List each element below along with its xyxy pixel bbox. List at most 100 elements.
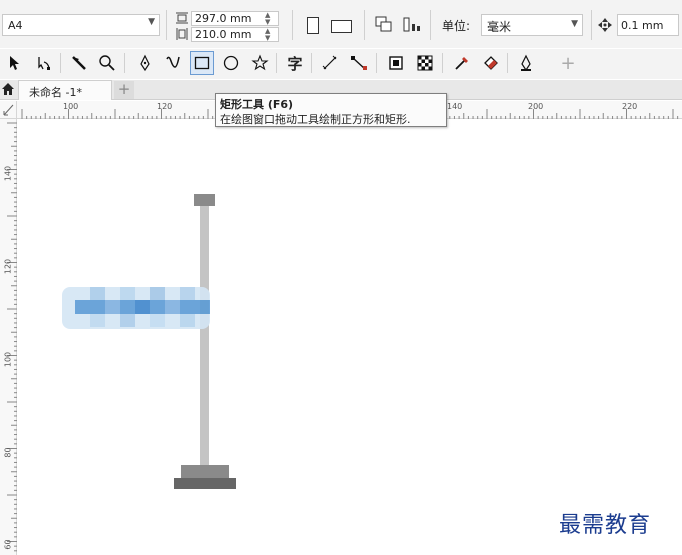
units-value: 毫米 xyxy=(487,20,512,34)
zoom-tool-button[interactable] xyxy=(95,51,119,75)
drop-shadow-icon xyxy=(389,56,403,70)
tooltip-title: 矩形工具 (F6) xyxy=(220,98,294,111)
ruler-label: 200 xyxy=(528,102,544,111)
node-edit-icon xyxy=(38,57,50,70)
ruler-label: 220 xyxy=(622,102,638,111)
page-width-spinner[interactable]: ▲ ▼ xyxy=(261,11,283,26)
ruler-origin[interactable] xyxy=(0,101,17,119)
eyedropper-tool-button[interactable] xyxy=(450,51,474,75)
all-pages-icon[interactable] xyxy=(374,14,394,37)
separator xyxy=(292,10,293,40)
ruler-label: 120 xyxy=(3,258,13,275)
ellipse-tool-button[interactable] xyxy=(219,51,243,75)
arrow-pointer-icon xyxy=(10,56,19,70)
separator xyxy=(430,10,431,40)
nudge-distance-field[interactable]: 0.1 mm xyxy=(617,14,679,36)
text-glyph-icon: 字 xyxy=(287,54,303,73)
page-height-value: 210.0 mm xyxy=(195,28,252,41)
nudge-icon xyxy=(597,17,613,36)
tab-document[interactable]: 未命名 -1* xyxy=(18,80,112,100)
separator xyxy=(60,53,61,73)
pole-cap-shape xyxy=(194,194,215,206)
pole-base-upper-shape xyxy=(181,465,229,479)
rectangle-tool-button[interactable] xyxy=(190,51,214,75)
drawing-canvas[interactable] xyxy=(18,120,682,555)
page-width-value: 297.0 mm xyxy=(195,12,252,25)
separator xyxy=(364,10,365,40)
add-tab-button[interactable]: + xyxy=(114,81,134,99)
pen-nib-icon xyxy=(140,54,150,72)
units-label: 单位: xyxy=(442,19,471,33)
watermark-text: 最需教育 xyxy=(559,513,652,538)
spin-down-icon: ▼ xyxy=(265,18,271,26)
shape-tool-button[interactable] xyxy=(32,51,56,75)
magnifier-icon xyxy=(99,55,115,71)
pole-base-lower-shape xyxy=(174,478,236,489)
interactive-fill-tool-button[interactable] xyxy=(479,51,503,75)
paint-bucket-icon xyxy=(484,56,498,70)
width-icon xyxy=(175,11,189,28)
text-tool-button[interactable]: 字 xyxy=(283,51,307,75)
pick-tool-button[interactable] xyxy=(2,51,26,75)
tooltip-description: 在绘图窗口拖动工具绘制正方形和矩形. xyxy=(220,113,411,126)
polygon-tool-button[interactable] xyxy=(248,51,272,75)
separator xyxy=(442,53,443,73)
chevron-down-icon: ▼ xyxy=(148,17,155,27)
current-page-icon[interactable] xyxy=(402,15,422,38)
dimension-line-icon xyxy=(322,55,337,70)
toolbox: 字 + xyxy=(0,49,682,79)
document-tab-label: 未命名 -1* xyxy=(29,86,82,99)
chevron-down-icon: ▼ xyxy=(571,19,578,29)
separator xyxy=(311,53,312,73)
ruler-label: 140 xyxy=(3,165,13,182)
tooltip: 矩形工具 (F6) 在绘图窗口拖动工具绘制正方形和矩形. xyxy=(215,93,447,127)
height-icon xyxy=(175,27,189,44)
ruler-label: 60 xyxy=(3,539,13,550)
property-bar: A4 ▼ 297.0 mm ▲ ▼ 210.0 mm ▲ ▼ 单位: 毫米 ▼ 0.… xyxy=(0,0,682,48)
crop-tool-button[interactable] xyxy=(67,51,91,75)
artistic-media-tool-button[interactable] xyxy=(161,51,185,75)
page-size-value: A4 xyxy=(8,19,23,32)
ellipse-icon xyxy=(223,55,239,71)
nudge-distance-value: 0.1 mm xyxy=(621,19,664,32)
connector-line-icon xyxy=(351,56,367,70)
home-icon[interactable] xyxy=(1,82,15,99)
flag-shape xyxy=(62,287,210,329)
brush-stroke-icon xyxy=(166,56,180,68)
separator xyxy=(166,10,167,40)
vertical-ruler[interactable]: 140 120 100 80 60 xyxy=(0,119,17,555)
ruler-label: 120 xyxy=(157,102,173,111)
separator xyxy=(591,10,592,40)
checkerboard-icon xyxy=(417,55,433,71)
drop-shadow-tool-button[interactable] xyxy=(384,51,408,75)
pole-shape xyxy=(200,205,209,467)
freehand-tool-button[interactable] xyxy=(133,51,157,75)
connector-tool-button[interactable] xyxy=(347,51,371,75)
parallel-dimension-tool-button[interactable] xyxy=(318,51,342,75)
pen-fill-icon xyxy=(521,54,531,72)
separator xyxy=(376,53,377,73)
eyedropper-icon xyxy=(455,57,468,70)
portrait-orientation-button[interactable] xyxy=(307,17,319,34)
separator xyxy=(124,53,125,73)
ruler-ticks xyxy=(7,122,17,552)
star-icon xyxy=(251,54,269,71)
ruler-label: 100 xyxy=(63,102,79,111)
separator xyxy=(276,53,277,73)
knife-icon xyxy=(72,56,86,70)
landscape-orientation-button[interactable] xyxy=(331,20,352,33)
plus-icon: + xyxy=(560,52,576,74)
ruler-label: 100 xyxy=(3,351,13,368)
ruler-label: 140 xyxy=(447,102,463,111)
ruler-label: 80 xyxy=(3,447,13,458)
drawing-content xyxy=(62,194,236,489)
separator xyxy=(507,53,508,73)
rectangle-icon xyxy=(194,56,210,70)
page-size-select[interactable]: A4 ▼ xyxy=(2,14,160,36)
smart-fill-tool-button[interactable] xyxy=(514,51,538,75)
transparency-tool-button[interactable] xyxy=(413,51,437,75)
spin-down-icon: ▼ xyxy=(265,34,271,42)
add-tool-button[interactable]: + xyxy=(556,51,580,75)
page-height-spinner[interactable]: ▲ ▼ xyxy=(261,27,283,42)
units-select[interactable]: 毫米 ▼ xyxy=(481,14,583,36)
